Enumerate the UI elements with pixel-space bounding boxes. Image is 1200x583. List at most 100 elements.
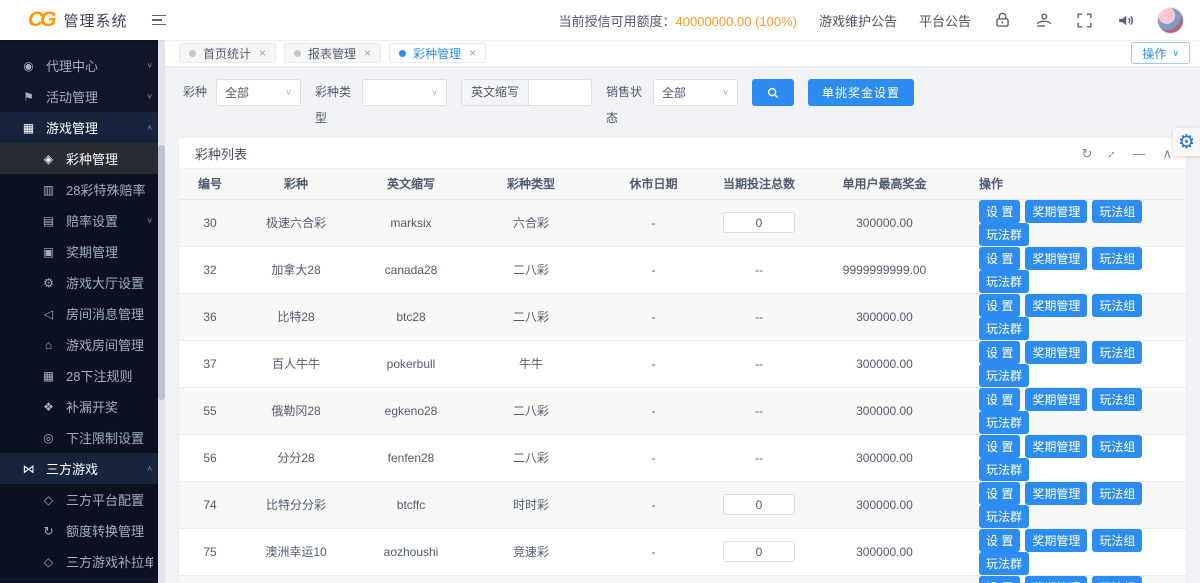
app-title: 管理系统 bbox=[64, 10, 128, 31]
play-group-button[interactable]: 玩法组 bbox=[1092, 576, 1142, 583]
fullscreen-icon[interactable] bbox=[1075, 11, 1094, 30]
sidebar-item-third[interactable]: ⋈三方游戏∧ bbox=[0, 453, 165, 484]
sidebar-item-odds[interactable]: ▤赔率设置∨ bbox=[0, 205, 165, 236]
play-group-button[interactable]: 玩法组 bbox=[1092, 247, 1142, 270]
search-button[interactable] bbox=[752, 79, 794, 106]
abbr-input-label: 英文缩写 bbox=[462, 80, 529, 105]
operations-dropdown-button[interactable]: 操作∨ bbox=[1131, 42, 1190, 64]
sidebar-item-platform[interactable]: ◇三方平台配置 bbox=[0, 484, 165, 515]
settings-button[interactable]: 设 置 bbox=[979, 200, 1020, 223]
tab-报表管理[interactable]: 报表管理× bbox=[284, 43, 381, 63]
prize-period-button[interactable]: 奖期管理 bbox=[1025, 482, 1087, 505]
maintenance-notice-link[interactable]: 游戏维护公告 bbox=[819, 11, 897, 30]
play-group-button[interactable]: 玩法组 bbox=[1092, 435, 1142, 458]
abbr-input[interactable] bbox=[529, 80, 591, 105]
single-bonus-settings-button[interactable]: 单挑奖金设置 bbox=[808, 79, 914, 106]
prize-period-button[interactable]: 奖期管理 bbox=[1025, 341, 1087, 364]
table-cell: - bbox=[591, 481, 716, 528]
sidebar-item-agent[interactable]: ◉代理中心∨ bbox=[0, 50, 165, 81]
sidebar-scrollbar[interactable] bbox=[158, 40, 165, 583]
actions-cell: 设 置奖期管理玩法组玩法群 bbox=[967, 387, 1186, 434]
table-cell: btc28 bbox=[351, 293, 471, 340]
play-cluster-button[interactable]: 玩法群 bbox=[979, 458, 1029, 481]
tab-彩种管理[interactable]: 彩种管理× bbox=[389, 43, 486, 63]
sidebar-item-limit[interactable]: ◎下注限制设置 bbox=[0, 422, 165, 453]
sidebar-item-pull[interactable]: ◇三方游戏补拉单 bbox=[0, 546, 165, 577]
fold-icon[interactable]: ∧ bbox=[1162, 147, 1172, 160]
settings-button[interactable]: 设 置 bbox=[979, 341, 1020, 364]
sidebar-item-room[interactable]: ⌂游戏房间管理 bbox=[0, 329, 165, 360]
play-cluster-button[interactable]: 玩法群 bbox=[979, 364, 1029, 387]
table-cell: 56 bbox=[179, 434, 241, 481]
sound-icon[interactable] bbox=[1116, 11, 1135, 30]
prize-period-button[interactable]: 奖期管理 bbox=[1025, 529, 1087, 552]
play-cluster-button[interactable]: 玩法群 bbox=[979, 552, 1029, 575]
tab-首页统计[interactable]: 首页统计× bbox=[179, 43, 276, 63]
sidebar-item-rule[interactable]: ▦28下注规则 bbox=[0, 360, 165, 391]
collapse-menu-icon[interactable] bbox=[152, 12, 166, 29]
close-icon[interactable]: × bbox=[364, 46, 371, 60]
play-group-button[interactable]: 玩法组 bbox=[1092, 388, 1142, 411]
close-icon[interactable]: × bbox=[259, 46, 266, 60]
collapse-icon[interactable]: — bbox=[1132, 147, 1145, 160]
theme-settings-gear-icon[interactable]: ⚙ bbox=[1173, 128, 1200, 156]
refresh-icon[interactable]: ↻ bbox=[1082, 147, 1093, 160]
actions-cell: 设 置奖期管理玩法组玩法群 bbox=[967, 481, 1186, 528]
prize-period-button[interactable]: 奖期管理 bbox=[1025, 294, 1087, 317]
play-group-button[interactable]: 玩法组 bbox=[1092, 200, 1142, 223]
settings-button[interactable]: 设 置 bbox=[979, 576, 1020, 583]
bets-cell bbox=[716, 481, 802, 528]
sidebar-item-makeup[interactable]: ❖补漏开奖 bbox=[0, 391, 165, 422]
user-avatar[interactable] bbox=[1157, 7, 1184, 34]
settings-button[interactable]: 设 置 bbox=[979, 529, 1020, 552]
sidebar-item-label: 赔率设置 bbox=[66, 211, 118, 230]
type-select[interactable]: ∨ bbox=[362, 79, 447, 106]
status-select[interactable]: 全部 ∨ bbox=[653, 79, 738, 106]
lottery-select[interactable]: 全部 ∨ bbox=[216, 79, 301, 106]
chevron-up-icon: ∧ bbox=[146, 464, 153, 473]
actions-cell: 设 置奖期管理玩法组玩法群 bbox=[967, 434, 1186, 481]
sidebar-item-prize[interactable]: ▣奖期管理 bbox=[0, 236, 165, 267]
play-cluster-button[interactable]: 玩法群 bbox=[979, 317, 1029, 340]
prize-period-button[interactable]: 奖期管理 bbox=[1025, 435, 1087, 458]
prize-period-button[interactable]: 奖期管理 bbox=[1025, 247, 1087, 270]
prize-period-button[interactable]: 奖期管理 bbox=[1025, 200, 1087, 223]
table-cell: 二八彩 bbox=[471, 246, 591, 293]
lock-icon[interactable] bbox=[993, 11, 1012, 30]
platform-notice-link[interactable]: 平台公告 bbox=[919, 11, 971, 30]
expand-icon[interactable]: ↕ bbox=[1109, 147, 1115, 160]
play-cluster-button[interactable]: 玩法群 bbox=[979, 505, 1029, 528]
service-icon[interactable] bbox=[1034, 11, 1053, 30]
max-bonus-cell: 300000.00 bbox=[802, 387, 967, 434]
play-group-button[interactable]: 玩法组 bbox=[1092, 529, 1142, 552]
sidebar-item-special-odds[interactable]: ▥28彩特殊赔率 bbox=[0, 174, 165, 205]
bets-count-input[interactable] bbox=[723, 494, 795, 515]
play-cluster-button[interactable]: 玩法群 bbox=[979, 411, 1029, 434]
bets-count-input[interactable] bbox=[723, 541, 795, 562]
sidebar-item-game[interactable]: ▦游戏管理∧ bbox=[0, 112, 165, 143]
column-header: 彩种类型 bbox=[471, 169, 591, 199]
play-group-button[interactable]: 玩法组 bbox=[1092, 294, 1142, 317]
sidebar-scrollbar-thumb[interactable] bbox=[158, 145, 165, 400]
sidebar-item-label: 28下注规则 bbox=[66, 366, 132, 385]
prize-period-button[interactable]: 奖期管理 bbox=[1025, 388, 1087, 411]
close-icon[interactable]: × bbox=[469, 46, 476, 60]
table-cell: 时时彩 bbox=[471, 481, 591, 528]
settings-button[interactable]: 设 置 bbox=[979, 435, 1020, 458]
sidebar-item-hall[interactable]: ⚙游戏大厅设置 bbox=[0, 267, 165, 298]
sidebar-item-room-msg[interactable]: ◁房间消息管理 bbox=[0, 298, 165, 329]
settings-button[interactable]: 设 置 bbox=[979, 482, 1020, 505]
play-group-button[interactable]: 玩法组 bbox=[1092, 482, 1142, 505]
prize-period-button[interactable]: 奖期管理 bbox=[1025, 576, 1087, 583]
settings-button[interactable]: 设 置 bbox=[979, 247, 1020, 270]
table-cell: 澳洲幸运10 bbox=[241, 528, 351, 575]
sidebar-item-quota[interactable]: ↻额度转换管理 bbox=[0, 515, 165, 546]
play-cluster-button[interactable]: 玩法群 bbox=[979, 223, 1029, 246]
bets-count-input[interactable] bbox=[723, 212, 795, 233]
settings-button[interactable]: 设 置 bbox=[979, 294, 1020, 317]
sidebar-item-activity[interactable]: ⚑活动管理∨ bbox=[0, 81, 165, 112]
settings-button[interactable]: 设 置 bbox=[979, 388, 1020, 411]
play-group-button[interactable]: 玩法组 bbox=[1092, 341, 1142, 364]
sidebar-item-lottery[interactable]: ◈彩种管理 bbox=[0, 143, 165, 174]
play-cluster-button[interactable]: 玩法群 bbox=[979, 270, 1029, 293]
